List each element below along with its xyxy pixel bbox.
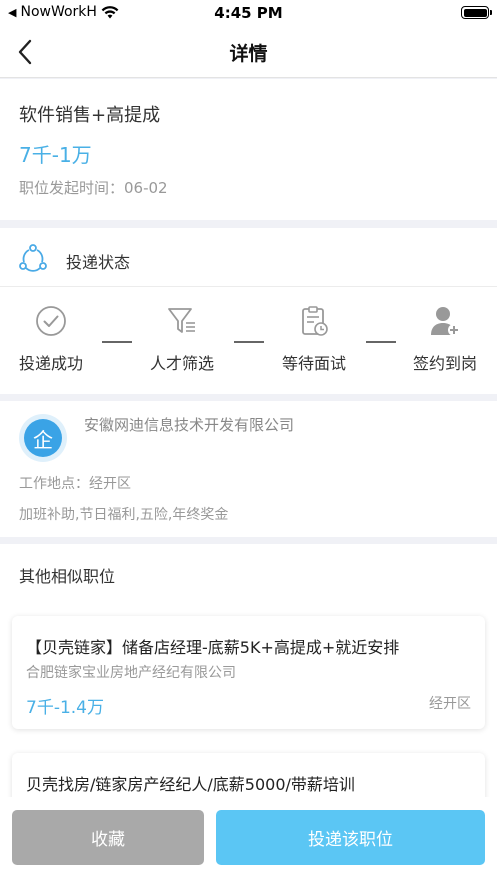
job-salary: 7千-1万	[19, 143, 92, 167]
step-connector	[234, 341, 264, 343]
similar-job-company: 合肥链家宝业房地产经纪有限公司	[26, 665, 236, 681]
step-interview: 等待面试	[269, 304, 359, 374]
similar-job-title: 贝壳找房/链家房产经纪人/底薪5000/带薪培训	[26, 775, 355, 794]
page-title: 详情	[229, 43, 268, 65]
step-onboard: 签约到岗	[400, 304, 490, 374]
person-add-icon	[431, 307, 460, 336]
job-posted-time: 职位发起时间：06-02	[19, 179, 168, 197]
step-label: 签约到岗	[412, 354, 477, 373]
similar-job-title: 【贝壳链家】储备店经理-底薪5K+高提成+就近安排	[26, 638, 400, 657]
company-logo: 企	[19, 414, 67, 462]
delivery-status-title: 投递状态	[66, 253, 131, 272]
collect-button[interactable]: 收藏	[12, 810, 204, 865]
similar-job-location: 经开区	[429, 696, 471, 712]
delivery-steps: 投递成功 人才筛选 等待面试 签约到岗	[0, 288, 497, 394]
step-label: 等待面试	[281, 354, 346, 373]
step-connector	[366, 341, 396, 343]
filter-icon	[168, 308, 195, 333]
step-label: 投递成功	[18, 354, 83, 373]
step-connector	[102, 341, 132, 343]
delivery-status-card: 投递状态 投递成功 人才筛选 等待面试 签约到岗	[0, 228, 497, 394]
company-card[interactable]: 企 安徽网迪信息技术开发有限公司 工作地点：经开区 加班补助,节日福利,五险,年…	[0, 401, 497, 537]
company-name: 安徽网迪信息技术开发有限公司	[84, 416, 295, 434]
step-label: 人才筛选	[149, 354, 214, 373]
apply-job-button[interactable]: 投递该职位	[216, 810, 485, 865]
delivery-status-header: 投递状态	[0, 228, 497, 287]
share-nodes-icon	[19, 244, 47, 272]
battery-icon	[461, 6, 492, 19]
company-benefits: 加班补助,节日福利,五险,年终奖金	[19, 507, 229, 523]
nav-bar: 详情	[0, 26, 497, 78]
check-circle-icon	[36, 306, 66, 336]
work-location: 工作地点：经开区	[19, 476, 131, 492]
status-time: 4:45 PM	[214, 4, 283, 22]
step-applied: 投递成功	[6, 304, 96, 374]
clipboard-clock-icon	[302, 306, 328, 336]
similar-job-card[interactable]: 【贝壳链家】储备店经理-底薪5K+高提成+就近安排 合肥链家宝业房地产经纪有限公…	[12, 616, 485, 729]
similar-job-salary: 7千-1.4万	[26, 698, 104, 718]
step-screening: 人才筛选	[137, 304, 227, 374]
bottom-action-bar: 收藏 投递该职位	[0, 797, 497, 883]
job-title: 软件销售+高提成	[19, 105, 161, 126]
company-logo-char: 企	[24, 419, 62, 457]
similar-jobs-title: 其他相似职位	[19, 567, 116, 586]
job-summary-card: 软件销售+高提成 7千-1万 职位发起时间：06-02	[0, 79, 497, 220]
status-bar: ◀ NowWorkH 4:45 PM	[0, 0, 497, 26]
